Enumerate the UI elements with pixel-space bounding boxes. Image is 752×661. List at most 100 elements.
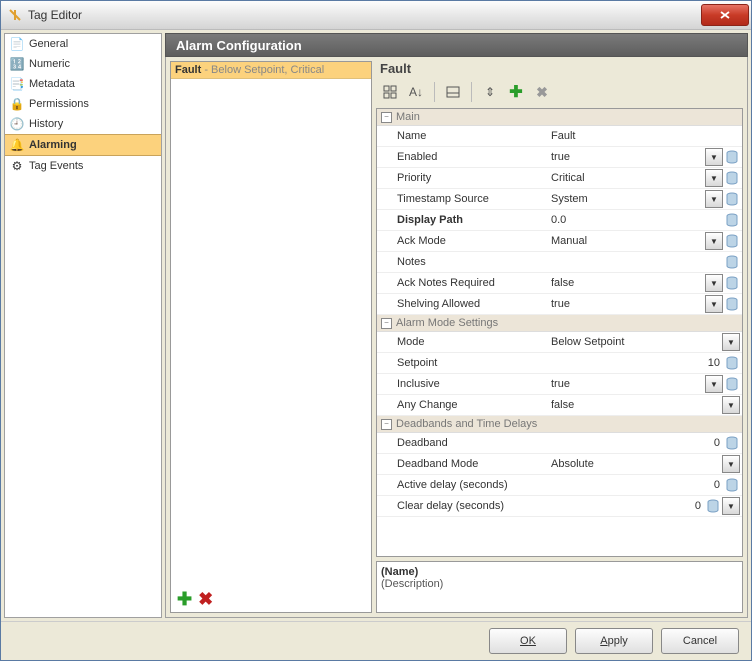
numeric-icon: 🔢 — [9, 56, 25, 72]
binding-icon[interactable] — [724, 149, 740, 165]
sidebar-item-numeric[interactable]: 🔢 Numeric — [5, 54, 161, 74]
alarm-name: Fault — [175, 64, 201, 76]
binding-icon[interactable] — [724, 212, 740, 228]
prop-controls: ▼ — [722, 455, 742, 473]
close-button[interactable] — [701, 4, 749, 26]
sidebar-item-general[interactable]: 📄General — [5, 34, 161, 54]
prop-name: Deadband — [377, 437, 547, 449]
prop-controls — [724, 477, 742, 493]
prop-row-ack-mode[interactable]: Ack ModeManual▼ — [377, 231, 742, 252]
prop-name: Any Change — [377, 399, 547, 411]
prop-row-deadband-mode[interactable]: Deadband ModeAbsolute▼ — [377, 454, 742, 475]
binding-icon[interactable] — [724, 376, 740, 392]
toolbar-sep-1 — [434, 82, 435, 102]
prop-value[interactable]: false — [547, 399, 722, 411]
alarm-list-item[interactable]: Fault - Below Setpoint, Critical — [171, 62, 371, 79]
binding-icon[interactable] — [724, 275, 740, 291]
dropdown-icon[interactable]: ▼ — [722, 396, 740, 414]
prop-row-any-change[interactable]: Any Changefalse▼ — [377, 395, 742, 416]
dropdown-icon[interactable]: ▼ — [705, 295, 723, 313]
expand-icon[interactable]: ⇕ — [478, 80, 502, 104]
sidebar-item-label: Numeric — [29, 58, 70, 70]
prop-row-priority[interactable]: PriorityCritical▼ — [377, 168, 742, 189]
prop-row-shelving-allowed[interactable]: Shelving Allowedtrue▼ — [377, 294, 742, 315]
prop-value[interactable]: false — [547, 277, 705, 289]
prop-value[interactable]: Below Setpoint — [547, 336, 722, 348]
dropdown-icon[interactable]: ▼ — [705, 190, 723, 208]
binding-icon[interactable] — [705, 498, 721, 514]
prop-value[interactable]: true — [547, 378, 705, 390]
add-alarm-icon[interactable]: ✚ — [177, 589, 192, 610]
binding-icon[interactable] — [724, 191, 740, 207]
footer: OK Apply Cancel — [1, 621, 751, 660]
prop-value[interactable]: System — [547, 193, 705, 205]
categorized-icon[interactable] — [378, 80, 402, 104]
prop-value[interactable]: true — [547, 298, 705, 310]
prop-value[interactable]: 0 — [547, 437, 724, 449]
sidebar-item-tag-events[interactable]: ⚙Tag Events — [5, 156, 161, 176]
prop-value[interactable]: Critical — [547, 172, 705, 184]
dropdown-icon[interactable]: ▼ — [705, 274, 723, 292]
prop-row-mode[interactable]: ModeBelow Setpoint▼ — [377, 332, 742, 353]
show-desc-icon[interactable] — [441, 80, 465, 104]
ok-button[interactable]: OK — [489, 628, 567, 654]
prop-name: Inclusive — [377, 378, 547, 390]
prop-row-name[interactable]: NameFault — [377, 126, 742, 147]
prop-row-enabled[interactable]: Enabledtrue▼ — [377, 147, 742, 168]
sidebar-item-history[interactable]: 🕘History — [5, 114, 161, 134]
dropdown-icon[interactable]: ▼ — [722, 497, 740, 515]
dropdown-icon[interactable]: ▼ — [705, 169, 723, 187]
prop-value[interactable]: 0.0 — [547, 214, 724, 226]
dropdown-icon[interactable]: ▼ — [705, 148, 723, 166]
collapse-icon[interactable]: − — [381, 318, 392, 329]
prop-name: Active delay (seconds) — [377, 479, 547, 491]
prop-row-display-path[interactable]: Display Path0.0 — [377, 210, 742, 231]
prop-row-ack-notes-required[interactable]: Ack Notes Requiredfalse▼ — [377, 273, 742, 294]
prop-value[interactable]: Fault — [547, 130, 740, 142]
cancel-button[interactable]: Cancel — [661, 628, 739, 654]
add-property-icon[interactable]: ✚ — [504, 80, 528, 104]
sidebar-item-alarming[interactable]: 🔔Alarming — [5, 134, 161, 156]
sidebar-item-metadata[interactable]: 📑Metadata — [5, 74, 161, 94]
binding-icon[interactable] — [724, 435, 740, 451]
property-scroll[interactable]: −MainNameFaultEnabledtrue▼PriorityCritic… — [377, 109, 742, 556]
prop-value[interactable]: 10 — [547, 357, 724, 369]
dropdown-icon[interactable]: ▼ — [722, 455, 740, 473]
dropdown-icon[interactable]: ▼ — [722, 333, 740, 351]
detail-panel: Fault A↓ ⇕ ✚ ✖ −MainNameFaultEnabledtrue… — [376, 61, 743, 613]
prop-value[interactable]: 0 — [547, 479, 724, 491]
binding-icon[interactable] — [724, 477, 740, 493]
collapse-icon[interactable]: − — [381, 112, 392, 123]
dropdown-icon[interactable]: ▼ — [705, 232, 723, 250]
prop-row-active-delay-seconds-[interactable]: Active delay (seconds)0 — [377, 475, 742, 496]
prop-value[interactable]: Absolute — [547, 458, 722, 470]
detail-toolbar: A↓ ⇕ ✚ ✖ — [376, 80, 743, 104]
prop-row-setpoint[interactable]: Setpoint10 — [377, 353, 742, 374]
apply-button[interactable]: Apply — [575, 628, 653, 654]
delete-alarm-icon[interactable]: ✖ — [198, 589, 213, 610]
prop-controls: ▼ — [722, 396, 742, 414]
prop-row-deadband[interactable]: Deadband0 — [377, 433, 742, 454]
binding-icon[interactable] — [724, 254, 740, 270]
prop-name: Ack Notes Required — [377, 277, 547, 289]
prop-row-timestamp-source[interactable]: Timestamp SourceSystem▼ — [377, 189, 742, 210]
prop-value[interactable]: true — [547, 151, 705, 163]
binding-icon[interactable] — [724, 355, 740, 371]
prop-value[interactable]: Manual — [547, 235, 705, 247]
prop-row-clear-delay-seconds-[interactable]: Clear delay (seconds)0▼ — [377, 496, 742, 517]
tag events-icon: ⚙ — [9, 158, 25, 174]
binding-icon[interactable] — [724, 170, 740, 186]
sidebar-item-permissions[interactable]: 🔒Permissions — [5, 94, 161, 114]
prop-controls: ▼ — [705, 169, 742, 187]
prop-row-notes[interactable]: Notes — [377, 252, 742, 273]
alphabetical-icon[interactable]: A↓ — [404, 80, 428, 104]
binding-icon[interactable] — [724, 296, 740, 312]
prop-row-inclusive[interactable]: Inclusivetrue▼ — [377, 374, 742, 395]
binding-icon[interactable] — [724, 233, 740, 249]
prop-value[interactable]: 0 — [547, 500, 705, 512]
remove-property-icon[interactable]: ✖ — [530, 80, 554, 104]
dropdown-icon[interactable]: ▼ — [705, 375, 723, 393]
collapse-icon[interactable]: − — [381, 419, 392, 430]
alarm-list-toolbar: ✚ ✖ — [171, 586, 371, 612]
prop-controls — [724, 254, 742, 270]
